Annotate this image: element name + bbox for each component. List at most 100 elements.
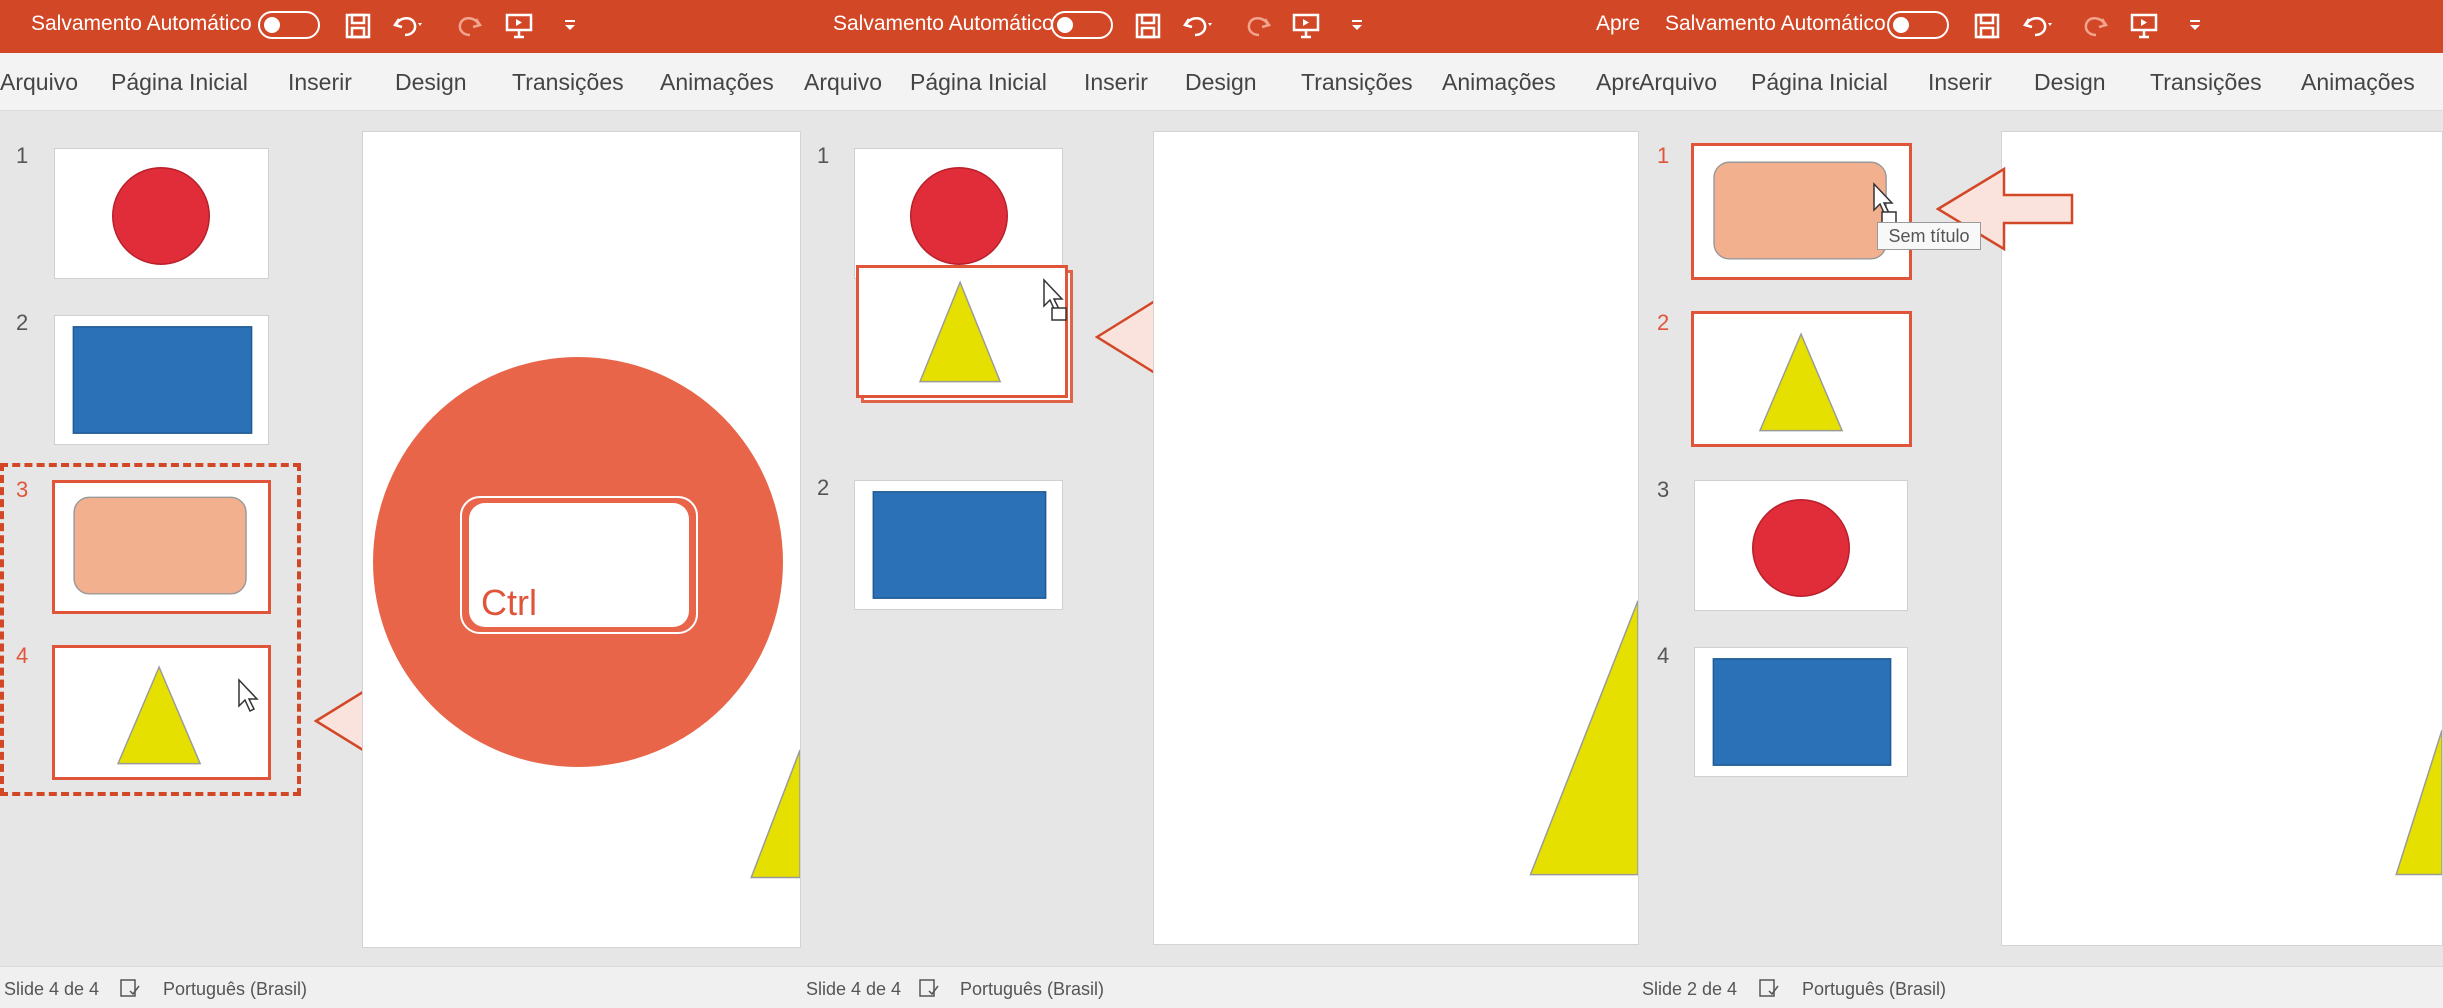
slide-thumbnail-3[interactable] (1694, 480, 1908, 611)
tab-pagina-inicial[interactable]: Página Inicial (910, 69, 1047, 96)
circle-shape (910, 166, 1008, 265)
slide-canvas[interactable] (2001, 131, 2443, 946)
present-icon[interactable] (2127, 9, 2161, 43)
autosave-label: Salvamento Automático (1665, 12, 1886, 35)
tab-arquivo[interactable]: Arquivo (804, 69, 882, 96)
tab-pagina-inicial[interactable]: Página Inicial (1751, 69, 1888, 96)
tab-animacoes[interactable]: Animações (1442, 69, 1556, 96)
customize-icon[interactable] (2178, 9, 2212, 43)
rounded-rectangle-shape (1713, 161, 1887, 260)
tab-animacoes[interactable]: Animações (2301, 69, 2415, 96)
status-bar: Slide 4 de 4 Português (Brasil) (0, 966, 801, 1008)
slide-thumbnail-1[interactable] (54, 148, 269, 279)
undo-icon[interactable] (389, 9, 423, 43)
tab-design[interactable]: Design (395, 69, 467, 96)
tab-design[interactable]: Design (2034, 69, 2106, 96)
cursor-icon (237, 678, 261, 714)
slide-counter: Slide 4 de 4 (806, 979, 902, 999)
undo-icon[interactable] (1179, 9, 1213, 43)
triangle-shape (918, 280, 1002, 383)
redo-icon (452, 9, 486, 43)
tab-inserir[interactable]: Inserir (1928, 69, 1992, 96)
slide-thumbnail-1[interactable] (854, 148, 1063, 279)
triangle-shape (1758, 332, 1844, 432)
proofing-icon[interactable] (1757, 977, 1781, 999)
tab-arquivo[interactable]: Arquivo (0, 69, 78, 96)
slide-thumbnail-2[interactable] (54, 315, 269, 445)
slide-title-tooltip: Sem título (1877, 222, 1981, 250)
customize-icon[interactable] (1340, 9, 1374, 43)
tab-apresentacao[interactable]: Apre (1596, 69, 1639, 96)
title-bar: Salvamento Automático (1639, 0, 2443, 53)
panel-before: Salvamento Automático Arquivo Página Ini… (0, 0, 801, 1008)
status-bar: Slide 4 de 4 Português (Brasil) (801, 966, 1639, 1008)
status-bar: Slide 2 de 4 Português (Brasil) (1639, 966, 2443, 1008)
autosave-toggle[interactable] (1051, 11, 1113, 39)
slide-thumbnail-3[interactable] (52, 480, 271, 614)
save-icon[interactable] (341, 9, 375, 43)
thumbnail-number: 2 (16, 310, 29, 335)
ribbon-tabs: Arquivo Página Inicial Inserir Design Tr… (801, 53, 1639, 111)
proofing-icon[interactable] (118, 977, 142, 999)
circle-shape (1752, 498, 1850, 597)
thumbnail-number: 3 (16, 477, 29, 502)
triangle-shape (2395, 729, 2442, 876)
panel-after: Salvamento Automático Arquivo Página Ini… (1639, 0, 2443, 1008)
move-cursor-icon (1042, 278, 1070, 324)
undo-icon[interactable] (2019, 9, 2053, 43)
triangle-shape (1529, 600, 1638, 876)
slide-counter: Slide 2 de 4 (1642, 979, 1738, 999)
rectangle-shape (872, 491, 1047, 599)
tab-transicoes[interactable]: Transições (2150, 69, 2262, 96)
circle-shape (112, 166, 210, 265)
tab-arquivo[interactable]: Arquivo (1639, 69, 1717, 96)
panel-dragging: Salvamento Automático Apre Arquivo Págin… (801, 0, 1639, 1008)
tab-inserir[interactable]: Inserir (288, 69, 352, 96)
slide-thumbnail-2[interactable] (1691, 311, 1912, 447)
thumbnail-number: 4 (16, 643, 29, 668)
autosave-toggle[interactable] (1887, 11, 1949, 39)
title-bar: Salvamento Automático (0, 0, 801, 53)
present-icon[interactable] (1289, 9, 1323, 43)
ctrl-key-label: Ctrl (481, 582, 537, 623)
tab-pagina-inicial[interactable]: Página Inicial (111, 69, 248, 96)
autosave-label: Salvamento Automático (31, 12, 252, 35)
thumbnail-number: 1 (1657, 143, 1670, 168)
save-icon[interactable] (1131, 9, 1165, 43)
ribbon-tabs: Arquivo Página Inicial Inserir Design Tr… (1639, 53, 2443, 111)
thumbnail-number: 2 (1657, 310, 1670, 335)
slide-thumbnail-3[interactable] (854, 480, 1063, 610)
save-icon[interactable] (1970, 9, 2004, 43)
proofing-icon[interactable] (917, 977, 941, 999)
dragged-slide-thumbnail[interactable] (856, 265, 1068, 398)
customize-icon[interactable] (553, 9, 587, 43)
slide-thumbnail-4[interactable] (1694, 647, 1908, 777)
thumbnail-number: 1 (16, 143, 29, 168)
rectangle-shape (1712, 658, 1892, 766)
language-indicator[interactable]: Português (Brasil) (960, 979, 1104, 1000)
autosave-toggle[interactable] (258, 11, 320, 39)
thumbnail-number: 4 (1657, 643, 1670, 668)
title-bar: Salvamento Automático Apre (801, 0, 1639, 53)
triangle-shape (750, 749, 800, 879)
slide-counter: Slide 4 de 4 (4, 979, 100, 999)
tab-animacoes[interactable]: Animações (660, 69, 774, 96)
slide-canvas[interactable] (1153, 131, 1639, 945)
tab-transicoes[interactable]: Transições (512, 69, 624, 96)
autosave-label: Salvamento Automático (833, 12, 1054, 35)
present-icon[interactable] (502, 9, 536, 43)
language-indicator[interactable]: Português (Brasil) (163, 979, 307, 1000)
thumbnail-number: 2 (817, 475, 830, 500)
redo-icon (2078, 9, 2112, 43)
document-title: Apre (1596, 12, 1639, 35)
rectangle-shape (72, 326, 253, 434)
triangle-shape (116, 665, 202, 765)
tab-inserir[interactable]: Inserir (1084, 69, 1148, 96)
thumbnail-number: 1 (817, 143, 830, 168)
thumbnail-number: 3 (1657, 477, 1670, 502)
tab-design[interactable]: Design (1185, 69, 1257, 96)
tab-transicoes[interactable]: Transições (1301, 69, 1413, 96)
rounded-rectangle-shape (73, 496, 247, 595)
redo-icon (1241, 9, 1275, 43)
language-indicator[interactable]: Português (Brasil) (1802, 979, 1946, 1000)
